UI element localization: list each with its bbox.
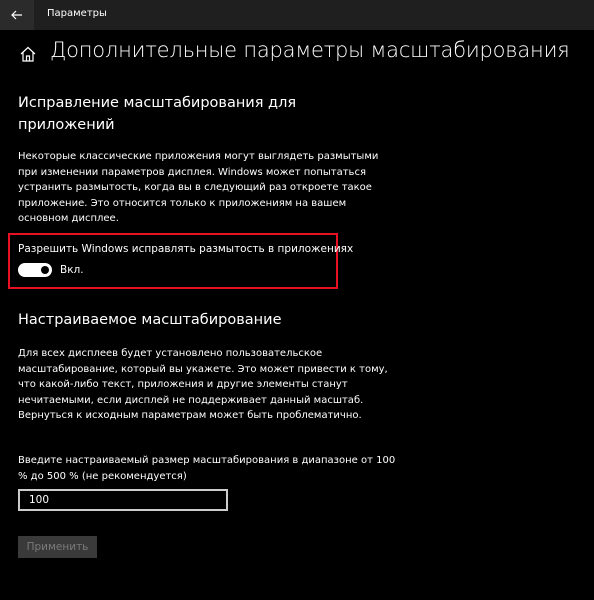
custom-scale-input[interactable] xyxy=(18,489,228,511)
custom-scaling-heading: Настраиваемое масштабирование xyxy=(18,312,282,328)
title-bar: Параметры xyxy=(0,0,594,30)
fix-scaling-heading-line1: Исправление масштабирования для xyxy=(18,95,297,111)
window-title: Параметры xyxy=(47,8,107,19)
blur-fix-toggle-label: Разрешить Windows исправлять размытость … xyxy=(18,243,354,255)
fix-scaling-description: Некоторые классические приложения могут … xyxy=(18,151,379,224)
back-arrow-icon xyxy=(11,10,22,20)
back-button[interactable] xyxy=(0,0,34,30)
page-title: Дополнительные параметры масштабирования xyxy=(50,38,570,62)
fix-scaling-heading: Исправление масштабирования для приложен… xyxy=(18,92,296,136)
toggle-state-label: Вкл. xyxy=(60,264,84,276)
custom-scaling-description: Для всех дисплеев будет установлено поль… xyxy=(18,348,388,421)
toggle-knob xyxy=(41,266,49,274)
scale-input-hint: Введите настраиваемый размер масштабиров… xyxy=(18,455,396,482)
home-button[interactable] xyxy=(18,44,38,64)
highlight-frame xyxy=(8,233,338,289)
blur-fix-toggle[interactable] xyxy=(18,263,52,277)
home-icon xyxy=(20,46,36,62)
fix-scaling-heading-line2: приложений xyxy=(18,117,115,133)
apply-button[interactable]: Применить xyxy=(18,536,97,558)
